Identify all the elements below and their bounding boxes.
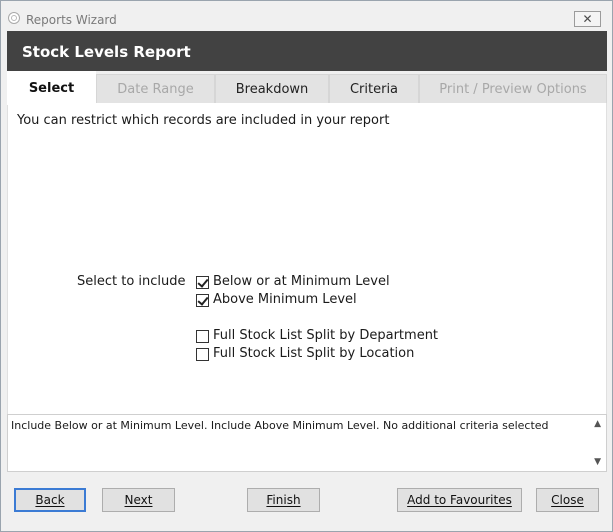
select-panel: You can restrict which records are inclu… bbox=[7, 103, 607, 414]
select-to-include-label: Select to include bbox=[77, 274, 186, 289]
summary-box[interactable]: Include Below or at Minimum Level. Inclu… bbox=[7, 414, 607, 472]
close-icon: ✕ bbox=[582, 12, 593, 26]
window-close-button[interactable]: ✕ bbox=[574, 11, 601, 27]
option-label: Full Stock List Split by Location bbox=[213, 346, 415, 361]
option-split-by-location[interactable]: Full Stock List Split by Location bbox=[196, 346, 414, 362]
tab-label: Date Range bbox=[117, 81, 194, 97]
scroll-down-icon[interactable]: ▼ bbox=[594, 457, 601, 467]
finish-button[interactable]: Finish bbox=[247, 488, 320, 512]
tab-label: Print / Preview Options bbox=[439, 81, 587, 97]
close-button[interactable]: Close bbox=[536, 488, 599, 512]
option-split-by-department[interactable]: Full Stock List Split by Department bbox=[196, 328, 438, 344]
tab-strip: Select Date Range Breakdown Criteria Pri… bbox=[7, 71, 607, 105]
option-below-minimum[interactable]: Below or at Minimum Level bbox=[196, 274, 390, 290]
tab-date-range: Date Range bbox=[96, 74, 215, 103]
intro-text: You can restrict which records are inclu… bbox=[17, 113, 390, 128]
scroll-up-icon[interactable]: ▲ bbox=[594, 419, 601, 429]
tab-breakdown[interactable]: Breakdown bbox=[215, 74, 329, 103]
option-label: Full Stock List Split by Department bbox=[213, 328, 439, 343]
option-above-minimum[interactable]: Above Minimum Level bbox=[196, 292, 357, 308]
next-button[interactable]: Next bbox=[102, 488, 175, 512]
back-button[interactable]: Back bbox=[14, 488, 86, 512]
add-to-favourites-button[interactable]: Add to Favourites bbox=[397, 488, 522, 512]
checkbox-unchecked[interactable] bbox=[196, 329, 209, 343]
checkbox-checked[interactable] bbox=[196, 275, 209, 289]
option-label: Above Minimum Level bbox=[213, 292, 357, 307]
tab-label: Criteria bbox=[349, 81, 399, 97]
report-header: Stock Levels Report bbox=[7, 31, 607, 71]
tab-criteria[interactable]: Criteria bbox=[329, 74, 419, 103]
option-label: Below or at Minimum Level bbox=[213, 274, 390, 289]
checkbox-unchecked[interactable] bbox=[196, 347, 209, 361]
reports-wizard-window: Reports Wizard ✕ Stock Levels Report Sel… bbox=[0, 0, 613, 532]
summary-text: Include Below or at Minimum Level. Inclu… bbox=[11, 419, 549, 432]
checkbox-checked[interactable] bbox=[196, 293, 209, 307]
tab-label: Breakdown bbox=[235, 81, 309, 97]
tab-label: Select bbox=[28, 80, 75, 96]
title-bar: Reports Wizard ✕ bbox=[1, 1, 612, 29]
tab-select[interactable]: Select bbox=[7, 71, 96, 105]
report-title: Stock Levels Report bbox=[22, 43, 191, 61]
tab-print-preview-options: Print / Preview Options bbox=[419, 74, 607, 103]
app-icon bbox=[8, 12, 20, 24]
window-title: Reports Wizard bbox=[26, 13, 117, 27]
